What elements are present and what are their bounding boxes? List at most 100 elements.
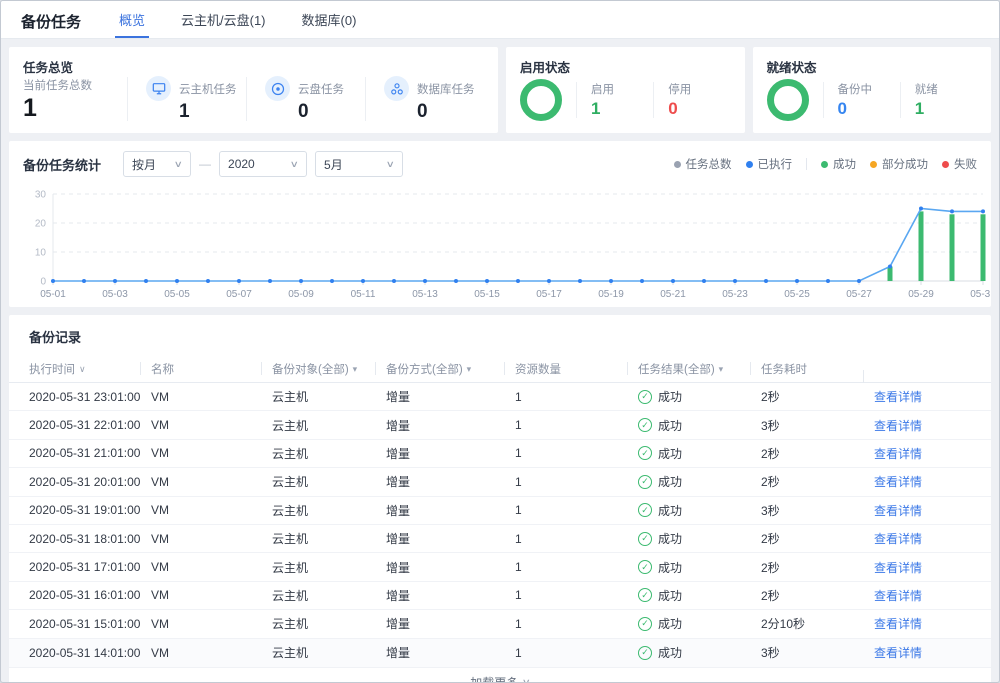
task-type-stats: 云主机任务1云盘任务0数据库任务0: [127, 76, 484, 123]
task-type-value: 0: [417, 102, 484, 123]
cell-exec-time: 2020-05-31 18:01:00: [29, 532, 151, 546]
current-task-total-label: 当前任务总数: [23, 77, 127, 93]
view-details-link[interactable]: 查看详情: [874, 473, 971, 490]
legend-label: 已执行: [758, 156, 793, 172]
summary-cards-row: 任务总览 当前任务总数 1 云主机任务1云盘任务0数据库任务0 启用状态 启用1…: [9, 47, 991, 133]
legend-item[interactable]: 成功: [821, 156, 856, 172]
cell-exec-time: 2020-05-31 20:01:00: [29, 475, 151, 489]
cell-backup-method: 增量: [386, 388, 515, 405]
cell-name: VM: [151, 532, 272, 546]
task-type-stat-top: 云盘任务: [265, 76, 365, 101]
column-header-2: 名称: [151, 361, 272, 377]
task-result-label: 成功: [658, 587, 682, 604]
status-stat-label: 启用: [591, 81, 614, 97]
status-stat: 启用 1: [576, 81, 653, 119]
enable-status-donut: [520, 79, 562, 121]
month-select[interactable]: 5月 ∨: [315, 151, 403, 177]
cell-backup-target: 云主机: [272, 615, 386, 632]
period-select[interactable]: 按月 ∨: [123, 151, 191, 177]
view-details-link[interactable]: 查看详情: [874, 417, 971, 434]
view-details-link[interactable]: 查看详情: [874, 388, 971, 405]
legend-item[interactable]: 失败: [942, 156, 977, 172]
cell-backup-target: 云主机: [272, 587, 386, 604]
svg-text:05-13: 05-13: [412, 289, 438, 300]
table-row: 2020-05-31 14:01:00VM云主机增量1✓成功3秒查看详情: [9, 639, 991, 667]
cell-backup-method: 增量: [386, 615, 515, 632]
cell-resource-count: 1: [515, 503, 638, 517]
disk-icon: [265, 76, 290, 101]
app-window: 备份任务 概览云主机/云盘(1)数据库(0) 任务总览 当前任务总数 1 云主机…: [0, 0, 1000, 683]
legend-separator: [806, 158, 807, 170]
column-header-1[interactable]: 执行时间∨: [29, 361, 151, 377]
column-header-7: 任务耗时: [761, 361, 874, 377]
column-separator: [750, 362, 751, 375]
view-details-link[interactable]: 查看详情: [874, 530, 971, 547]
svg-text:05-05: 05-05: [164, 289, 190, 300]
status-stat-col: 就绪 1: [915, 81, 938, 119]
task-result-label: 成功: [658, 473, 682, 490]
view-details-link[interactable]: 查看详情: [874, 559, 971, 576]
sort-caret-icon: ∨: [79, 364, 86, 375]
table-row: 2020-05-31 15:01:00VM云主机增量1✓成功2分10秒查看详情: [9, 610, 991, 638]
status-stat-value: 0: [838, 100, 873, 119]
chart-legend: 任务总数 已执行 成功部分成功失败: [674, 156, 978, 172]
cell-backup-target: 云主机: [272, 473, 386, 490]
backup-records-panel: 备份记录 执行时间∨名称备份对象(全部)▾备份方式(全部)▾资源数量任务结果(全…: [9, 315, 991, 683]
task-result-label: 成功: [658, 388, 682, 405]
status-stat-value: 0: [668, 100, 691, 119]
tab-database[interactable]: 数据库(0): [284, 1, 375, 38]
cell-resource-count: 1: [515, 617, 638, 631]
task-type-label: 云盘任务: [298, 81, 344, 97]
cell-backup-target: 云主机: [272, 559, 386, 576]
legend-item[interactable]: 任务总数: [674, 156, 732, 172]
status-stat-value: 1: [591, 100, 614, 119]
view-details-link[interactable]: 查看详情: [874, 615, 971, 632]
status-stat-value: 1: [915, 100, 938, 119]
success-status-icon: ✓: [638, 446, 652, 460]
view-details-link[interactable]: 查看详情: [874, 445, 971, 462]
enable-status-card: 启用状态 启用1停用0: [506, 47, 745, 133]
status-stat-label: 就绪: [915, 81, 938, 97]
tab-host-disk[interactable]: 云主机/云盘(1): [163, 1, 284, 38]
month-select-value: 5月: [324, 156, 343, 173]
enable-status-body: 启用1停用0: [520, 76, 731, 123]
view-details-link[interactable]: 查看详情: [874, 587, 971, 604]
year-select[interactable]: 2020 ∨: [219, 151, 307, 177]
backup-statistics-panel: 备份任务统计 按月 ∨ — 2020 ∨ 5月 ∨ 任务总数已执行成功部分成功失…: [9, 141, 991, 307]
backup-records-title: 备份记录: [9, 327, 991, 356]
stat-divider: [823, 82, 824, 118]
cell-task-result: ✓成功: [638, 530, 761, 547]
cell-exec-time: 2020-05-31 21:01:00: [29, 446, 151, 460]
column-header-6[interactable]: 任务结果(全部)▾: [638, 361, 761, 377]
svg-text:05-27: 05-27: [846, 289, 872, 300]
success-status-icon: ✓: [638, 560, 652, 574]
view-details-link[interactable]: 查看详情: [874, 644, 971, 661]
cell-exec-time: 2020-05-31 23:01:00: [29, 390, 151, 404]
load-more-button[interactable]: 加载更多 ∨: [9, 667, 991, 683]
cell-backup-method: 增量: [386, 587, 515, 604]
legend-dot-icon: [942, 161, 949, 168]
legend-label: 成功: [833, 156, 856, 172]
column-header-4[interactable]: 备份方式(全部)▾: [386, 361, 515, 377]
table-row: 2020-05-31 20:01:00VM云主机增量1✓成功2秒查看详情: [9, 468, 991, 496]
year-select-value: 2020: [228, 157, 255, 171]
stat-divider: [653, 82, 654, 118]
task-result-label: 成功: [658, 530, 682, 547]
chart-plot-area: 010203005-0105-0305-0505-0705-0905-1105-…: [23, 187, 977, 306]
ready-status-donut: [767, 79, 809, 121]
legend-dot-icon: [821, 161, 828, 168]
cell-backup-target: 云主机: [272, 445, 386, 462]
task-overview-title: 任务总览: [23, 57, 484, 76]
status-stat: 就绪 1: [900, 81, 977, 119]
chevron-down-icon: ∨: [522, 677, 531, 683]
legend-item[interactable]: 已执行: [746, 156, 793, 172]
column-separator: [140, 362, 141, 375]
filter-caret-icon: ▾: [719, 364, 724, 375]
view-details-link[interactable]: 查看详情: [874, 502, 971, 519]
legend-item[interactable]: 部分成功: [870, 156, 928, 172]
cell-exec-time: 2020-05-31 19:01:00: [29, 503, 151, 517]
chart-header: 备份任务统计 按月 ∨ — 2020 ∨ 5月 ∨ 任务总数已执行成功部分成功失…: [23, 151, 977, 177]
tab-overview[interactable]: 概览: [101, 1, 163, 38]
cell-backup-method: 增量: [386, 559, 515, 576]
column-header-3[interactable]: 备份对象(全部)▾: [272, 361, 386, 377]
